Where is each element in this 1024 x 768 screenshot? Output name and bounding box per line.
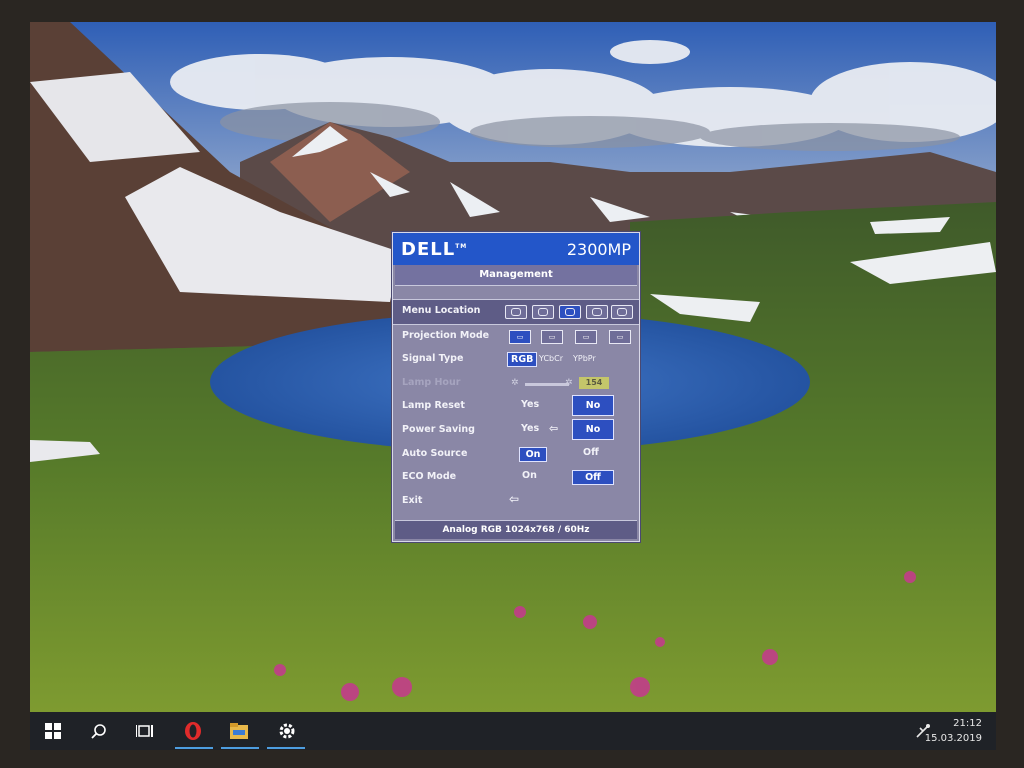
projection-rear-icon[interactable]: ▭ (541, 329, 563, 344)
eco-mode-label: ECO Mode (402, 471, 457, 483)
lamp-reset-yes[interactable]: Yes (521, 399, 539, 410)
menu-title: Management (395, 265, 637, 286)
windows-taskbar: 21:12 15.03.2019 (30, 712, 996, 750)
settings-gear-icon[interactable] (274, 718, 300, 744)
eco-mode-off[interactable]: Off (572, 470, 614, 486)
menu-location-option-icon[interactable] (532, 305, 554, 319)
projected-screen: DELLTM 2300MP Management Menu Location P… (30, 22, 996, 712)
lamp-low-icon: ✲ (511, 377, 519, 388)
projection-rear-ceiling-icon[interactable]: ▭ (609, 329, 631, 344)
menu-location-row[interactable]: Menu Location (393, 299, 639, 325)
windows-logo-icon[interactable] (40, 718, 66, 744)
opera-icon[interactable] (180, 718, 206, 744)
auto-source-label: Auto Source (402, 447, 468, 459)
auto-source-off[interactable]: Off (583, 447, 599, 458)
signal-rgb-option[interactable]: RGB (507, 352, 538, 368)
clock-date: 15.03.2019 (924, 733, 982, 744)
settings-active-indicator (267, 747, 305, 749)
lamp-reset-label: Lamp Reset (402, 400, 465, 412)
lamp-hour-label: Lamp Hour (402, 376, 461, 388)
auto-source-row[interactable]: Auto Source On Off (393, 443, 639, 467)
projector-osd-menu: DELLTM 2300MP Management Menu Location P… (392, 232, 640, 542)
file-explorer-icon[interactable] (226, 718, 252, 744)
menu-location-label: Menu Location (402, 305, 481, 316)
projection-ceiling-icon[interactable]: ▭ (575, 329, 597, 344)
projection-mode-row[interactable]: Projection Mode ▭ ▭ ▭ ▭ (393, 325, 639, 349)
exit-arrow-icon[interactable]: ⇦ (509, 492, 519, 506)
opera-active-indicator (175, 747, 213, 749)
signal-type-label: Signal Type (402, 353, 464, 365)
lamp-hour-bar (525, 382, 569, 386)
auto-source-on[interactable]: On (519, 446, 547, 462)
projection-front-icon[interactable]: ▭ (509, 329, 531, 344)
eco-mode-on[interactable]: On (522, 470, 537, 481)
osd-header: DELLTM 2300MP (393, 233, 639, 265)
clock-time: 21:12 (953, 718, 982, 729)
menu-location-option-icon[interactable] (611, 305, 633, 319)
dell-logo: DELLTM (401, 238, 468, 260)
lamp-hour-value: 154 (579, 376, 609, 389)
task-view-icon[interactable] (132, 718, 158, 744)
search-icon[interactable] (86, 718, 112, 744)
menu-location-option-icon[interactable] (586, 305, 608, 319)
signal-ypbpr-option[interactable]: YPbPr (573, 354, 596, 363)
eco-mode-row[interactable]: ECO Mode On Off (393, 466, 639, 490)
power-saving-yes[interactable]: Yes (521, 423, 539, 434)
exit-row[interactable]: Exit ⇦ (393, 490, 639, 514)
power-saving-label: Power Saving (402, 423, 475, 435)
signal-status-footer: Analog RGB 1024x768 / 60Hz (395, 520, 637, 539)
lamp-high-icon: ✲ (565, 377, 573, 388)
explorer-active-indicator (221, 747, 259, 749)
exit-label: Exit (402, 494, 423, 506)
enter-arrow-icon[interactable]: ⇦ (549, 422, 558, 435)
menu-location-option-icon[interactable] (505, 305, 527, 319)
power-saving-row[interactable]: Power Saving Yes ⇦ No (393, 418, 639, 443)
lamp-hour-row: Lamp Hour ✲ ✲ 154 (393, 372, 639, 396)
clock[interactable]: 21:12 15.03.2019 (925, 716, 982, 746)
signal-ycbcr-option[interactable]: YCbCr (539, 354, 563, 363)
power-saving-no[interactable]: No (572, 418, 614, 440)
signal-type-row[interactable]: Signal Type RGB YCbCr YPbPr (393, 348, 639, 372)
model-name: 2300MP (566, 239, 631, 259)
projection-mode-label: Projection Mode (402, 329, 490, 341)
menu-location-option-icon[interactable] (559, 305, 581, 319)
lamp-reset-row[interactable]: Lamp Reset Yes No (393, 395, 639, 419)
lamp-reset-no[interactable]: No (572, 395, 614, 417)
